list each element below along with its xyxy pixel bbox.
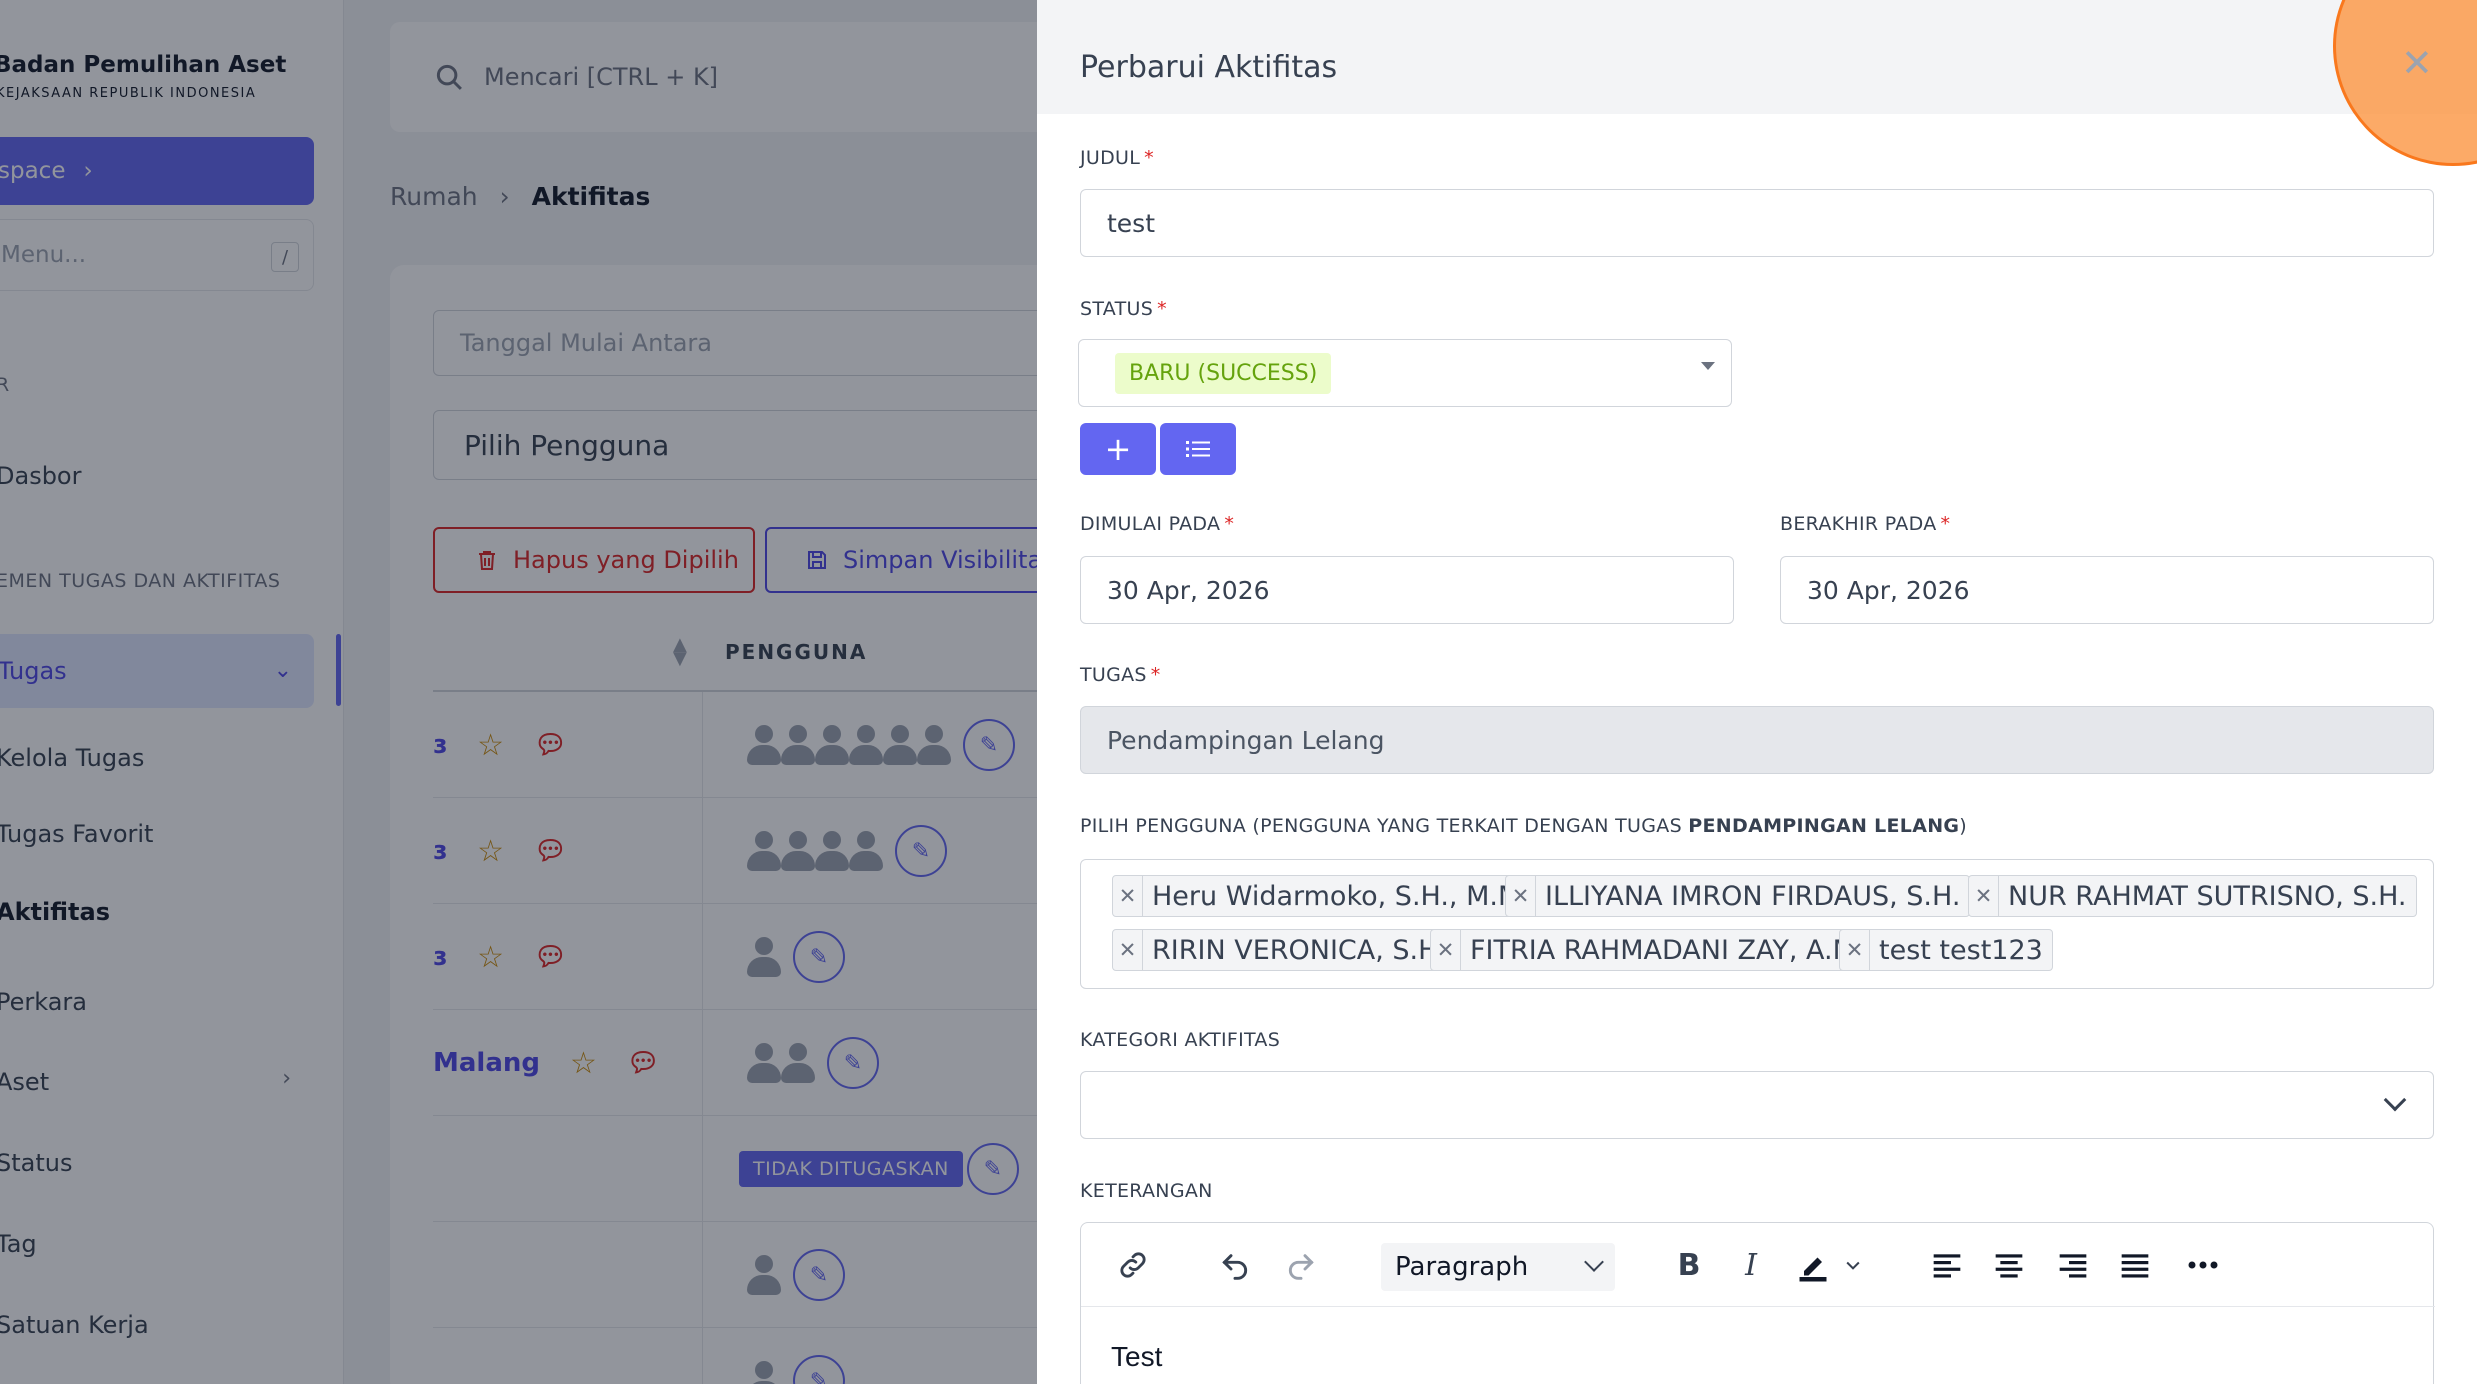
user-tag: ✕ ILLIYANA IMRON FIRDAUS, S.H. [1505,875,1971,917]
drawer-header: Perbarui Aktifitas [1037,0,2477,114]
remove-tag-icon[interactable]: ✕ [1506,875,1536,917]
user-tag: ✕ test test123 [1839,929,2053,971]
status-select[interactable]: BARU (SUCCESS) [1078,339,1732,407]
dropdown-caret-icon [1701,362,1715,370]
dimulai-label: DIMULAI PADA * [1080,513,1235,535]
remove-tag-icon[interactable]: ✕ [1840,929,1870,971]
align-right-icon[interactable] [2053,1243,2093,1287]
italic-icon[interactable]: I [1731,1243,1771,1287]
judul-value: test [1107,208,1156,238]
block-format-value: Paragraph [1395,1252,1529,1282]
user-tag: ✕ FITRIA RAHMADANI ZAY, A.Md. [1430,929,1892,971]
align-center-icon[interactable] [1989,1243,2029,1287]
align-left-icon[interactable] [1927,1243,1967,1287]
start-date-value: 30 Apr, 2026 [1107,575,1270,605]
rich-text-editor[interactable]: Paragraph B I Test [1080,1222,2435,1384]
status-label: STATUS * [1080,298,1167,320]
add-status-button[interactable]: + [1080,423,1156,475]
editor-content[interactable]: Test [1111,1341,1162,1373]
remove-tag-icon[interactable]: ✕ [1431,929,1461,971]
close-icon[interactable]: ✕ [2401,44,2433,82]
editor-toolbar: Paragraph B I [1081,1223,2435,1307]
tugas-value: Pendampingan Lelang [1107,725,1385,755]
chevron-down-icon [2383,1088,2407,1112]
block-format-select[interactable]: Paragraph [1381,1243,1615,1291]
kategori-select[interactable] [1080,1071,2434,1139]
judul-input[interactable]: test [1080,189,2434,257]
start-date-input[interactable]: 30 Apr, 2026 [1080,556,1734,624]
tugas-label: TUGAS * [1080,664,1161,686]
chevron-down-icon [1584,1252,1604,1272]
kategori-label: KATEGORI AKTIFITAS [1080,1029,1281,1051]
list-status-button[interactable] [1160,423,1236,475]
users-multiselect[interactable]: ✕ Heru Widarmoko, S.H., M.M. ✕ ILLIYANA IM… [1080,859,2434,989]
pengguna-label: PILIH PENGGUNA (PENGGUNA YANG TERKAIT DE… [1080,815,1968,837]
bold-icon[interactable]: B [1669,1243,1709,1287]
user-tag: ✕ Heru Widarmoko, S.H., M.M. [1112,875,1540,917]
keterangan-label: KETERANGAN [1080,1180,1213,1202]
remove-tag-icon[interactable]: ✕ [1113,875,1143,917]
end-date-input[interactable]: 30 Apr, 2026 [1780,556,2434,624]
redo-icon[interactable] [1279,1243,1323,1287]
link-icon[interactable] [1111,1243,1155,1287]
chevron-down-icon[interactable] [1839,1243,1867,1287]
judul-label: JUDUL * [1080,147,1154,169]
more-options-icon[interactable] [2181,1243,2225,1287]
remove-tag-icon[interactable]: ✕ [1113,929,1143,971]
undo-icon[interactable] [1213,1243,1257,1287]
user-tag: ✕ NUR RAHMAT SUTRISNO, S.H. [1968,875,2417,917]
plus-icon: + [1104,430,1132,468]
remove-tag-icon[interactable]: ✕ [1969,875,1999,917]
berakhir-label: BERAKHIR PADA * [1780,513,1951,535]
update-activity-drawer: Perbarui Aktifitas ✕ JUDUL * test STATUS *… [1037,0,2477,1384]
drawer-title: Perbarui Aktifitas [1080,50,1338,85]
list-icon [1186,441,1210,457]
end-date-value: 30 Apr, 2026 [1807,575,1970,605]
status-badge: BARU (SUCCESS) [1115,352,1332,394]
highlight-icon[interactable] [1791,1243,1835,1287]
align-justify-icon[interactable] [2115,1243,2155,1287]
tugas-input: Pendampingan Lelang [1080,706,2434,774]
user-tag: ✕ RIRIN VERONICA, S.H. [1112,929,1457,971]
